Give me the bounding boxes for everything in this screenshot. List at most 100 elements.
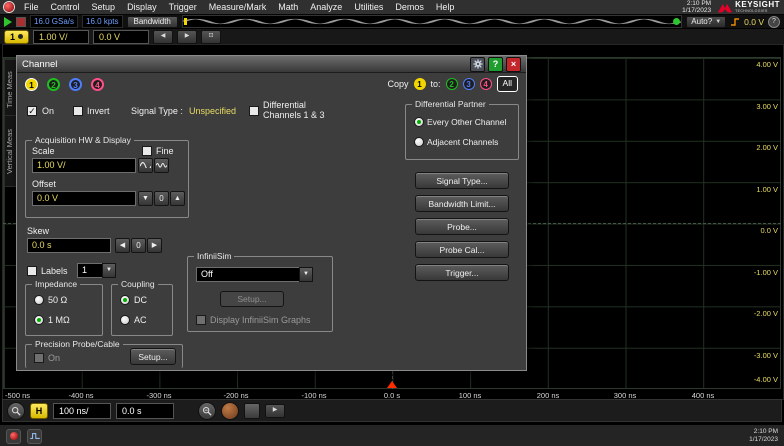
menu-math[interactable]: Math <box>273 2 303 12</box>
v-axis-label: 4.00 V <box>756 60 778 69</box>
probe-button[interactable]: Probe... <box>415 218 509 235</box>
coupling-ac-radio[interactable] <box>120 315 130 325</box>
help-icon[interactable]: ? <box>768 15 780 28</box>
scope-logo-icon[interactable] <box>4 2 14 12</box>
menu-setup[interactable]: Setup <box>87 2 121 12</box>
impedance-1mohm-radio[interactable] <box>34 315 44 325</box>
skew-input[interactable]: 0.0 s <box>27 238 111 253</box>
labels-dropdown-value[interactable]: 1 <box>77 263 103 278</box>
offset-down-icon[interactable]: ▼ <box>138 191 153 206</box>
signal-type-label: Signal Type : <box>131 106 183 116</box>
menu-file[interactable]: File <box>19 2 44 12</box>
copy-to-all-button[interactable]: All <box>496 76 518 92</box>
tab-channel-4[interactable]: 4 <box>91 78 104 91</box>
dialog-help-icon[interactable]: ? <box>488 56 503 72</box>
menu-display[interactable]: Display <box>122 2 162 12</box>
offset-up-icon[interactable]: ▲ <box>170 191 185 206</box>
trigger-mode-dropdown[interactable]: Auto? ▼ <box>686 15 727 28</box>
skew-zero-button[interactable]: 0 <box>131 238 146 253</box>
skew-right-icon[interactable]: ▶ <box>147 238 162 253</box>
infiniisim-setup-button[interactable]: Setup... <box>220 291 284 307</box>
horizontal-badge[interactable]: H <box>30 402 48 419</box>
skew-left-icon[interactable]: ◀ <box>115 238 130 253</box>
channel-1-button[interactable]: 1 <box>4 29 30 44</box>
channel-next-icon[interactable]: ▶ <box>177 29 198 44</box>
advance-right-icon[interactable]: ▶ <box>265 403 285 418</box>
scale-input[interactable]: 1.00 V/ <box>32 158 136 173</box>
close-icon[interactable]: × <box>506 56 521 72</box>
hzoom-search-icon[interactable] <box>7 401 25 420</box>
menu-help[interactable]: Help <box>431 2 460 12</box>
tab-channel-1[interactable]: 1 <box>25 78 38 91</box>
fine-checkbox[interactable] <box>142 146 152 156</box>
channel-number: 1 <box>10 31 16 42</box>
impedance-1mohm-label: 1 MΩ <box>48 315 70 325</box>
labels-dropdown-icon[interactable]: ▼ <box>102 263 116 278</box>
coupling-dc-radio[interactable] <box>120 295 130 305</box>
differential-line2: Channels 1 & 3 <box>263 109 325 120</box>
signal-type-button[interactable]: Signal Type... <box>415 172 509 189</box>
channel-prev-icon[interactable]: ◀ <box>153 29 174 44</box>
labels-label: Labels <box>41 266 68 276</box>
infiniisim-dropdown-value[interactable]: Off <box>196 267 300 282</box>
bandwidth-limit-button[interactable]: Bandwidth Limit... <box>415 195 509 212</box>
channel-offset-field[interactable]: 0.0 V <box>93 29 150 44</box>
differential-channels-label: Differential Channels 1 & 3 <box>263 100 325 120</box>
offset-input[interactable]: 0.0 V <box>32 191 136 206</box>
impedance-50ohm-radio[interactable] <box>34 295 44 305</box>
menu-measure-mark[interactable]: Measure/Mark <box>204 2 272 12</box>
differential-partner-group: Differential Partner Every Other Channel… <box>405 99 519 160</box>
touch-mode-icon[interactable] <box>221 401 239 420</box>
coupling-group-title: Coupling <box>118 279 158 289</box>
menu-trigger[interactable]: Trigger <box>164 2 202 12</box>
on-checkbox[interactable] <box>27 106 37 116</box>
zoom-mode-icon[interactable] <box>198 401 216 420</box>
scale-fine-adjust-icon[interactable] <box>154 158 169 173</box>
scale-coarse-adjust-icon[interactable] <box>138 158 153 173</box>
oscilloscope-app: File Control Setup Display Trigger Measu… <box>0 0 784 446</box>
trigger-time-marker-icon[interactable] <box>387 381 397 388</box>
invert-checkbox[interactable] <box>73 106 83 116</box>
precision-probe-group-title: Precision Probe/Cable <box>32 339 123 349</box>
channel-scale-field[interactable]: 1.00 V/ <box>33 29 90 44</box>
waveform-preview[interactable] <box>181 15 683 28</box>
horizontal-position-field[interactable]: 0.0 s <box>116 402 174 419</box>
dialog-title: Channel <box>22 58 58 70</box>
copy-to-channel-4-button[interactable]: 4 <box>479 78 492 90</box>
popout-icon[interactable]: ⊡ <box>201 29 222 44</box>
differential-channels-checkbox[interactable] <box>249 106 259 116</box>
precision-on-checkbox[interactable] <box>34 353 44 363</box>
acquisition-bar: 16.0 GSa/s 16.0 kpts Bandwidth Auto? ▼ 0… <box>0 15 784 28</box>
infiniisim-dropdown-icon[interactable]: ▼ <box>299 267 313 282</box>
adjacent-channels-radio[interactable] <box>414 137 424 147</box>
labels-checkbox[interactable] <box>27 266 37 276</box>
stop-icon[interactable] <box>16 16 26 27</box>
tab-channel-3[interactable]: 3 <box>69 78 82 91</box>
copy-to-channel-2-button[interactable]: 2 <box>445 78 458 90</box>
taskbar-scope-icon[interactable] <box>6 428 21 444</box>
menu-utilities[interactable]: Utilities <box>349 2 388 12</box>
precision-setup-button[interactable]: Setup... <box>130 348 176 365</box>
strip-start-marker-icon <box>183 18 187 25</box>
menu-bar: File Control Setup Display Trigger Measu… <box>0 0 784 15</box>
menu-demos[interactable]: Demos <box>390 2 429 12</box>
dialog-titlebar[interactable]: Channel ? × <box>17 56 526 73</box>
marker-square-icon[interactable] <box>244 402 260 419</box>
menu-control[interactable]: Control <box>46 2 85 12</box>
v-axis-label: 0.0 V <box>760 226 778 235</box>
offset-zero-button[interactable]: 0 <box>154 191 169 206</box>
timebase-field[interactable]: 100 ns/ <box>53 402 111 419</box>
trigger-level-value[interactable]: 0.0 V <box>744 17 764 27</box>
copy-to-channel-3-button[interactable]: 3 <box>462 78 475 90</box>
gear-icon[interactable] <box>470 56 485 72</box>
menu-analyze[interactable]: Analyze <box>305 2 347 12</box>
every-other-channel-radio[interactable] <box>414 117 424 127</box>
infiniisim-graphs-checkbox[interactable] <box>196 315 206 325</box>
probe-cal-button[interactable]: Probe Cal... <box>415 241 509 258</box>
tab-channel-2[interactable]: 2 <box>47 78 60 91</box>
trigger-button[interactable]: Trigger... <box>415 264 509 281</box>
brand-name: KEYSIGHT <box>735 0 780 9</box>
taskbar-waveform-icon[interactable] <box>27 428 42 444</box>
bandwidth-button[interactable]: Bandwidth <box>126 15 178 28</box>
run-icon[interactable] <box>4 16 12 27</box>
